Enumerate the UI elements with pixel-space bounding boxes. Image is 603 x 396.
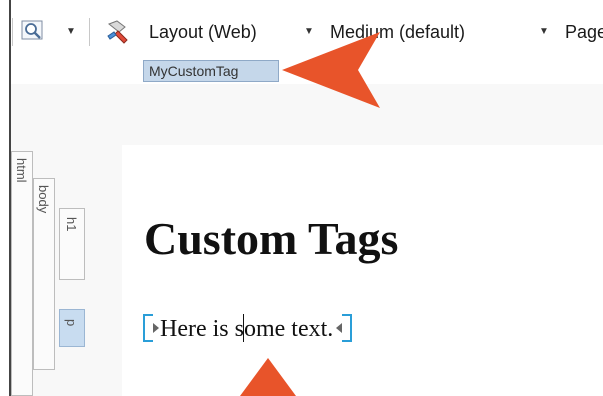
paragraph-text-start: Here is s: [160, 316, 244, 342]
structure-bar-p[interactable]: p: [59, 309, 85, 347]
callout-arrow-up-icon: [240, 358, 296, 396]
structure-bar-html[interactable]: html: [11, 151, 33, 396]
style-button[interactable]: [105, 18, 133, 46]
page-heading[interactable]: Custom Tags: [144, 211, 398, 267]
zoom-dropdown-arrow[interactable]: ▼: [66, 27, 76, 37]
structure-bar-body[interactable]: body: [33, 178, 55, 370]
tag-open-indicator-icon: [153, 323, 159, 334]
zoom-button[interactable]: [21, 19, 45, 43]
structure-bar-label: p: [64, 319, 79, 327]
custom-tag-marker[interactable]: MyCustomTag: [143, 60, 279, 82]
layout-dropdown[interactable]: Layout (Web): [149, 21, 257, 43]
toolbar-separator: [12, 18, 13, 46]
structure-bar-label: html: [14, 158, 29, 183]
paragraph[interactable]: Here is some text.: [143, 313, 353, 345]
structure-bar-label: body: [36, 185, 51, 214]
structure-bar-h1[interactable]: h1: [59, 208, 85, 280]
callout-arrow-icon: [282, 32, 380, 108]
toolbar-separator: [89, 18, 90, 46]
paragraph-text-end: ome text.: [243, 316, 334, 342]
size-dropdown-arrow[interactable]: ▼: [539, 27, 549, 37]
tag-bracket-open: [143, 314, 153, 343]
magnifier-icon: [21, 20, 43, 40]
paint-brush-icon: [107, 20, 128, 44]
tag-bracket-close: [342, 314, 353, 343]
structure-bar-label: h1: [64, 217, 79, 232]
document-canvas[interactable]: [122, 145, 603, 396]
page-dropdown[interactable]: Page: [565, 21, 603, 43]
text-cursor: [243, 314, 245, 343]
